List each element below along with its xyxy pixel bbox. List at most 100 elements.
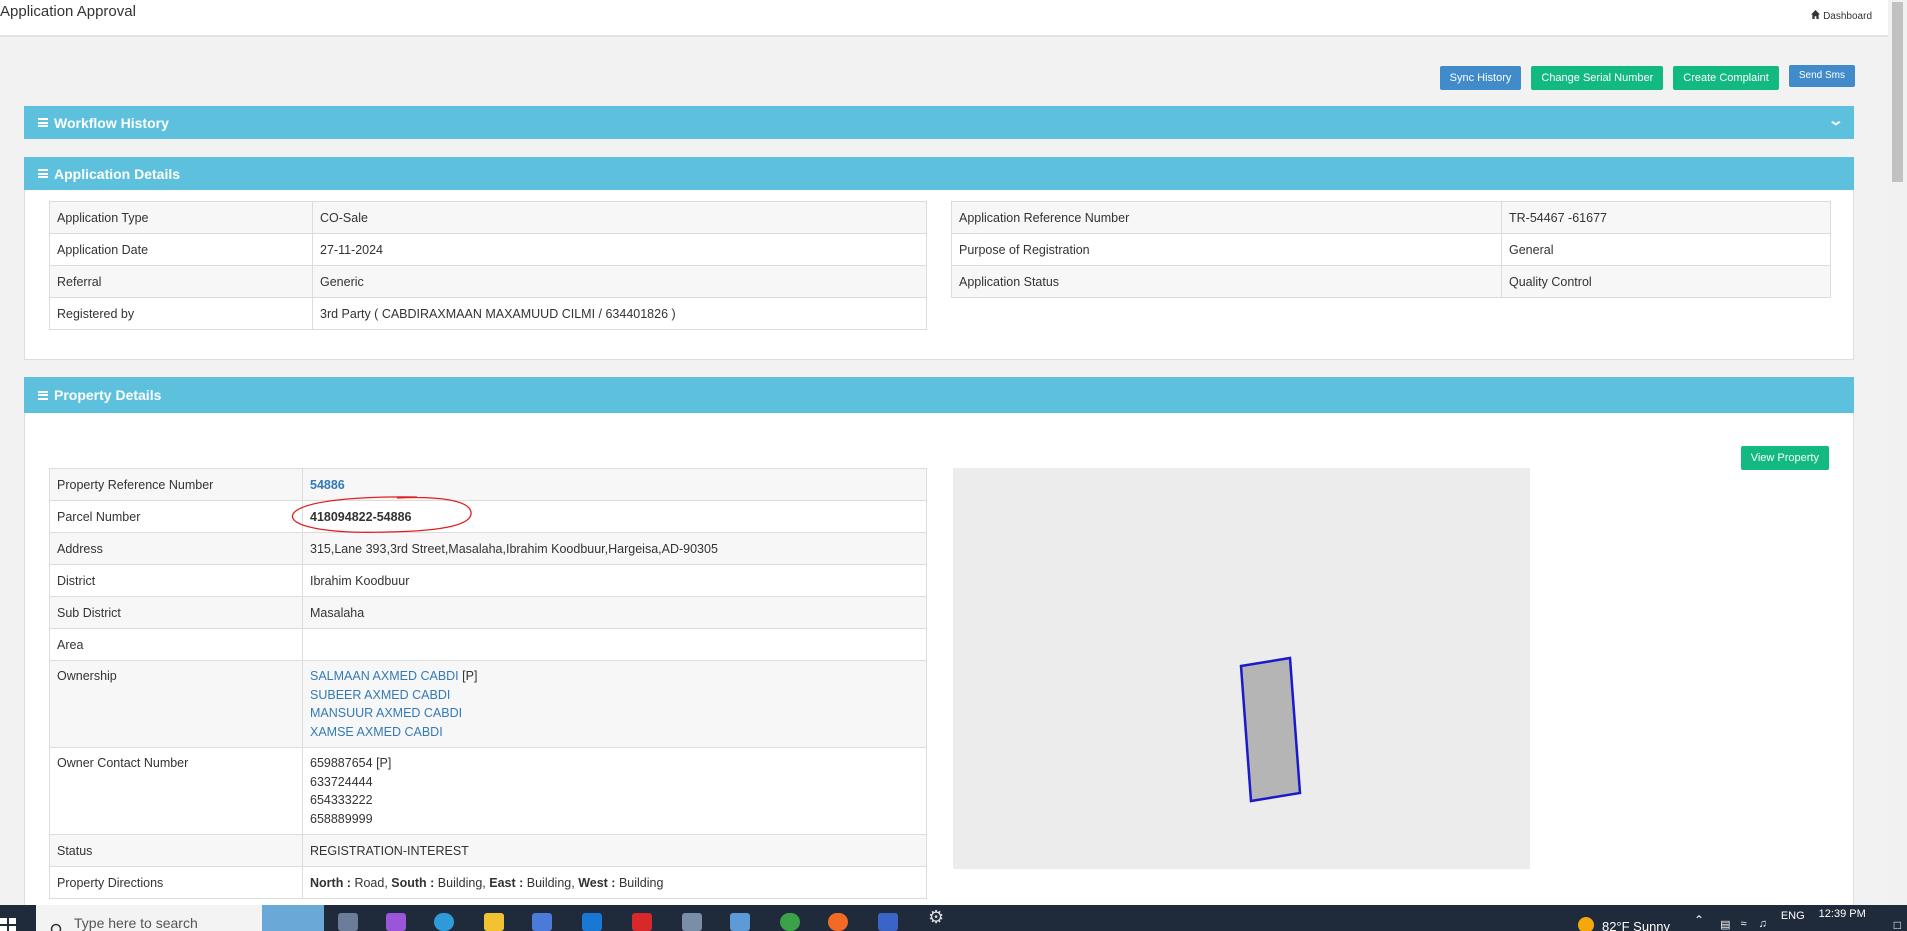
property-details-title: Property Details (54, 387, 162, 403)
chrome-icon[interactable] (780, 913, 800, 931)
search-highlight-icon (262, 905, 324, 931)
task-view-icon[interactable] (338, 913, 358, 931)
contact-number: 659887654 (310, 756, 373, 770)
table-row: Registered by 3rd Party ( CABDIRAXMAAN MA… (49, 297, 927, 330)
list-icon (38, 169, 48, 178)
taskbar-search-input[interactable]: Type here to search (36, 905, 262, 931)
row-value: Ibrahim Koodbuur (302, 564, 927, 597)
table-row: Area (49, 628, 927, 661)
row-label: Area (49, 628, 303, 661)
home-icon (1811, 10, 1821, 22)
row-label: Application Date (49, 233, 313, 266)
language-indicator[interactable]: ENG (1781, 910, 1805, 922)
row-label: Address (49, 532, 303, 565)
wifi-icon[interactable]: ≈ (1741, 918, 1747, 930)
row-label: Application Reference Number (951, 201, 1502, 234)
copilot-icon[interactable] (386, 913, 406, 931)
row-label: Owner Contact Number (49, 747, 303, 835)
row-label: Sub District (49, 596, 303, 629)
windows-start-icon[interactable] (0, 918, 18, 931)
primary-tag: [P] (376, 756, 392, 770)
weather-text[interactable]: 82°F Sunny (1602, 919, 1670, 931)
contact-number: 654333222 (310, 793, 373, 807)
page-title: Application Approval (0, 3, 136, 20)
chevron-down-icon[interactable]: ⌄ (1828, 112, 1844, 129)
page-scrollbar[interactable] (1888, 0, 1907, 905)
notification-icon[interactable]: □ (1894, 918, 1901, 931)
ownership-list: SALMAAN AXMED CABDI [P] SUBEER AXMED CAB… (302, 660, 927, 748)
acrobat-icon[interactable] (632, 913, 652, 931)
row-label: Application Status (951, 265, 1502, 298)
workflow-history-header[interactable]: Workflow History ⌄ (24, 106, 1854, 139)
row-label: District (49, 564, 303, 597)
table-row: Referral Generic (49, 265, 927, 298)
change-serial-number-button[interactable]: Change Serial Number (1531, 66, 1664, 90)
application-details-body: Application Type CO-Sale Application Date… (24, 190, 1854, 360)
edge-icon[interactable] (434, 913, 454, 931)
parcel-shape (1239, 656, 1302, 803)
table-row: Parcel Number 418094822-54886 (49, 500, 927, 533)
row-value: General (1501, 233, 1831, 266)
property-table: Property Reference Number 54886 Parcel N… (49, 468, 927, 899)
weather-sun-icon (1577, 917, 1594, 931)
table-row: Application Date 27-11-2024 (49, 233, 927, 266)
property-reference-link[interactable]: 54886 (310, 478, 345, 492)
table-row: Purpose of Registration General (951, 233, 1831, 266)
row-value: Masalaha (302, 596, 927, 629)
row-label: Status (49, 834, 303, 867)
table-row: District Ibrahim Koodbuur (49, 564, 927, 597)
list-icon (38, 390, 48, 400)
table-row: Sub District Masalaha (49, 596, 927, 629)
file-explorer-icon[interactable] (484, 913, 504, 931)
action-toolbar: Sync History Change Serial Number Create… (1439, 65, 1855, 90)
application-details-header[interactable]: Application Details (24, 157, 1854, 190)
row-label: Ownership (49, 660, 303, 748)
application-right-table: Application Reference Number TR-54467 -61… (951, 201, 1831, 298)
create-complaint-button[interactable]: Create Complaint (1673, 66, 1779, 90)
owner-link[interactable]: SALMAAN AXMED CABDI (310, 669, 459, 683)
dashboard-link[interactable]: Dashboard (1811, 10, 1872, 22)
row-value (302, 628, 927, 661)
outlook-icon[interactable] (582, 913, 602, 931)
app-icon[interactable] (730, 913, 750, 931)
search-placeholder: Type here to search (74, 915, 198, 931)
directions-value: North : Road, South : Building, East : B… (302, 866, 927, 899)
property-map[interactable] (953, 468, 1530, 869)
volume-icon[interactable]: ♫ (1759, 918, 1767, 930)
word-icon[interactable] (878, 913, 898, 931)
dashboard-label[interactable]: Dashboard (1823, 11, 1872, 22)
property-details-header[interactable]: Property Details (24, 377, 1854, 413)
row-value: TR-54467 -61677 (1501, 201, 1831, 234)
settings-gear-icon[interactable]: ⚙ (928, 907, 948, 927)
row-label: Registered by (49, 297, 313, 330)
firefox-icon[interactable] (828, 913, 848, 931)
sync-history-button[interactable]: Sync History (1439, 66, 1522, 90)
calculator-icon[interactable] (682, 913, 702, 931)
send-sms-button[interactable]: Send Sms (1788, 65, 1855, 87)
workflow-history-title: Workflow History (54, 114, 169, 131)
owner-link[interactable]: XAMSE AXMED CABDI (310, 725, 443, 739)
property-details-body: View Property Property Reference Number … (24, 413, 1854, 905)
clock-time[interactable]: 12:39 PM (1819, 908, 1866, 920)
table-row: Application Reference Number TR-54467 -61… (951, 201, 1831, 234)
application-left-table: Application Type CO-Sale Application Date… (49, 201, 927, 330)
primary-tag: [P] (462, 669, 478, 683)
owner-link[interactable]: SUBEER AXMED CABDI (310, 688, 450, 702)
owner-link[interactable]: MANSUUR AXMED CABDI (310, 706, 462, 720)
table-row: Status REGISTRATION-INTEREST (49, 834, 927, 867)
row-value: Quality Control (1501, 265, 1831, 298)
main-content: Sync History Change Serial Number Create… (0, 37, 1888, 905)
search-icon (48, 914, 62, 931)
row-value: 3rd Party ( CABDIRAXMAAN MAXAMUUD CILMI … (312, 297, 927, 330)
table-row: Owner Contact Number 659887654 [P] 63372… (49, 747, 927, 835)
row-value: CO-Sale (312, 201, 927, 234)
scrollbar-thumb[interactable] (1892, 2, 1903, 182)
view-property-button[interactable]: View Property (1740, 446, 1829, 470)
tray-chevron-icon[interactable]: ⌃ (1694, 913, 1704, 927)
row-value: Generic (312, 265, 927, 298)
store-icon[interactable] (532, 913, 552, 931)
contact-list: 659887654 [P] 633724444 654333222 658889… (302, 747, 927, 835)
application-details-title: Application Details (54, 165, 181, 182)
row-value: REGISTRATION-INTEREST (302, 834, 927, 867)
network-icon[interactable]: ▤ (1720, 918, 1730, 931)
